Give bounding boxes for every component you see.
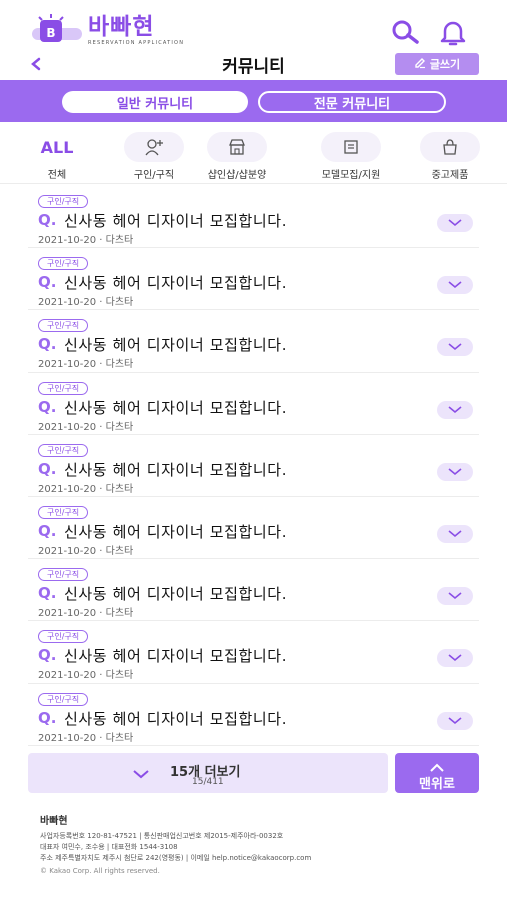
chevron-down-icon[interactable] [437,587,473,606]
category-all[interactable]: ALL 전체 [18,132,96,182]
category-label: 중고제품 [431,170,469,181]
post-q-mark: Q. [38,646,57,665]
document-icon [321,132,381,162]
category-shop[interactable]: 샵인샵/샵분양 [198,132,276,181]
post-tag: 구인/구직 [38,195,89,208]
scroll-to-top-label: 맨위로 [419,777,455,792]
post-meta: 2021-10-20 · 다츠타 [38,732,134,744]
post-tag: 구인/구직 [38,692,89,706]
app-root: B 바빠현 RESERVATION APPLICATION 커뮤니티 글쓰기 일… [0,0,507,900]
chevron-down-icon[interactable] [437,338,473,357]
post-q-mark: Q. [38,459,57,478]
post-title: 신사동 헤어 디자이너 모집합니다. [64,274,288,293]
post-title: 신사동 헤어 디자이너 모집합니다. [64,709,288,728]
post-title: 신사동 헤어 디자이너 모집합니다. [64,398,288,417]
tab-expert-community[interactable]: 전문 커뮤니티 [258,91,446,113]
title-bar: 커뮤니티 글쓰기 [0,48,507,80]
all-icon: ALL [40,137,74,157]
logo-subtitle: RESERVATION APPLICATION [88,40,185,46]
footer-representative: 대표자 여민수, 조수용 | 대표전화 1544-3108 [40,843,178,851]
post-q-mark: Q. [38,397,57,416]
post-tag: 구인/구직 [38,319,89,333]
category-recruit[interactable]: 구인/구직 [115,132,193,181]
list-item[interactable]: 구인/구직 Q. 신사동 헤어 디자이너 모집합니다. 2021-10-20 ·… [28,310,479,373]
post-tag: 구인/구직 [38,505,89,519]
chevron-down-icon[interactable] [437,462,473,481]
category-used-goods[interactable]: 중고제품 [411,132,489,181]
post-meta: 2021-10-20 · 다츠타 [38,235,134,246]
footer-copyright: © Kakao Corp. All rights reserved. [40,867,160,875]
post-meta: 2021-10-20 · 다츠타 [38,670,134,682]
category-label: 구인/구직 [133,170,175,181]
footer: 바빠현 사업자등록번호 120-81-47521 | 통신판매업신고번호 제20… [40,812,480,875]
post-q-mark: Q. [38,335,57,354]
post-q-mark: Q. [38,273,57,292]
post-title: 신사동 헤어 디자이너 모집합니다. [64,522,288,541]
svg-text:B: B [46,26,55,40]
category-label: 전체 [47,170,67,181]
scroll-to-top-button[interactable]: 맨위로 [395,753,479,793]
chevron-down-icon[interactable] [437,400,473,419]
post-q-mark: Q. [38,521,57,540]
list-item[interactable]: 구인/구직 Q. 신사동 헤어 디자이너 모집합니다. 2021-10-20 ·… [28,559,479,622]
write-button[interactable]: 글쓰기 [395,53,479,75]
post-meta: 2021-10-20 · 다츠타 [38,421,134,433]
chevron-down-icon[interactable] [437,711,473,730]
post-meta: 2021-10-20 · 다츠타 [38,297,134,309]
person-add-icon [124,132,184,162]
category-model[interactable]: 모델모집/지원 [312,132,390,181]
post-tag: 구인/구직 [38,381,89,395]
post-title: 신사동 헤어 디자이너 모집합니다. [64,585,288,604]
bell-icon[interactable] [437,18,469,46]
search-icon[interactable] [389,18,421,46]
chevron-down-icon[interactable] [437,649,473,668]
logo-text: 바빠현 [88,14,155,40]
chevron-up-icon [429,758,445,772]
post-q-mark: Q. [38,584,57,603]
post-tag: 구인/구직 [38,443,89,457]
list-item[interactable]: 구인/구직 Q. 신사동 헤어 디자이너 모집합니다. 2021-10-20 ·… [28,248,479,311]
shop-icon [207,132,267,162]
footer-address: 주소 제주특별자치도 제주시 첨단로 242(영평동) | 이메일 help.n… [40,854,312,862]
footer-brand: 바빠현 [40,816,68,827]
bag-icon [420,132,480,162]
footer-business-info: 사업자등록번호 120-81-47521 | 통신판매업신고번호 제2015-제… [40,832,284,840]
logo-badge-icon: B [30,14,84,44]
post-q-mark: Q. [38,211,57,229]
category-bar: ALL 전체 구인/구직 샵인샵/샵분양 모델모집/지원 중고제품 [0,128,507,184]
chevron-down-icon[interactable] [437,276,473,295]
pencil-icon [414,57,426,72]
category-label: 샵인샵/샵분양 [207,170,267,181]
post-q-mark: Q. [38,708,57,727]
post-title: 신사동 헤어 디자이너 모집합니다. [64,336,288,355]
post-meta: 2021-10-20 · 다츠타 [38,545,134,557]
app-logo[interactable]: B 바빠현 RESERVATION APPLICATION [30,14,184,46]
chevron-down-icon [132,765,150,779]
list-item[interactable]: 구인/구직 Q. 신사동 헤어 디자이너 모집합니다. 2021-10-20 ·… [28,621,479,684]
write-button-label: 글쓰기 [429,58,461,71]
tab-general-community[interactable]: 일반 커뮤니티 [62,91,248,113]
community-type-tabs: 일반 커뮤니티 전문 커뮤니티 [0,80,507,122]
load-more-count: 15/411 [192,777,224,787]
post-tag: 구인/구직 [38,568,89,582]
list-item[interactable]: 구인/구직 Q. 신사동 헤어 디자이너 모집합니다. 2021-10-20 ·… [28,497,479,560]
list-item[interactable]: 구인/구직 Q. 신사동 헤어 디자이너 모집합니다. 2021-10-20 ·… [28,684,479,746]
post-title: 신사동 헤어 디자이너 모집합니다. [64,212,288,230]
post-title: 신사동 헤어 디자이너 모집합니다. [64,647,288,666]
post-meta: 2021-10-20 · 다츠타 [38,483,134,495]
category-label: 모델모집/지원 [321,170,381,181]
list-item[interactable]: 구인/구직 Q. 신사동 헤어 디자이너 모집합니다. 2021-10-20 ·… [28,186,479,249]
post-meta: 2021-10-20 · 다츠타 [38,608,134,620]
chevron-down-icon[interactable] [437,524,473,543]
post-tag: 구인/구직 [38,257,89,271]
post-list: 구인/구직 Q. 신사동 헤어 디자이너 모집합니다. 2021-10-20 ·… [0,186,507,746]
load-more-button[interactable]: 15개 더보기 15/411 [28,753,388,793]
post-meta: 2021-10-20 · 다츠타 [38,359,134,371]
list-item[interactable]: 구인/구직 Q. 신사동 헤어 디자이너 모집합니다. 2021-10-20 ·… [28,435,479,497]
post-tag: 구인/구직 [38,630,89,644]
list-item[interactable]: 구인/구직 Q. 신사동 헤어 디자이너 모집합니다. 2021-10-20 ·… [28,373,479,435]
post-title: 신사동 헤어 디자이너 모집합니다. [64,460,288,479]
chevron-down-icon[interactable] [437,214,473,232]
